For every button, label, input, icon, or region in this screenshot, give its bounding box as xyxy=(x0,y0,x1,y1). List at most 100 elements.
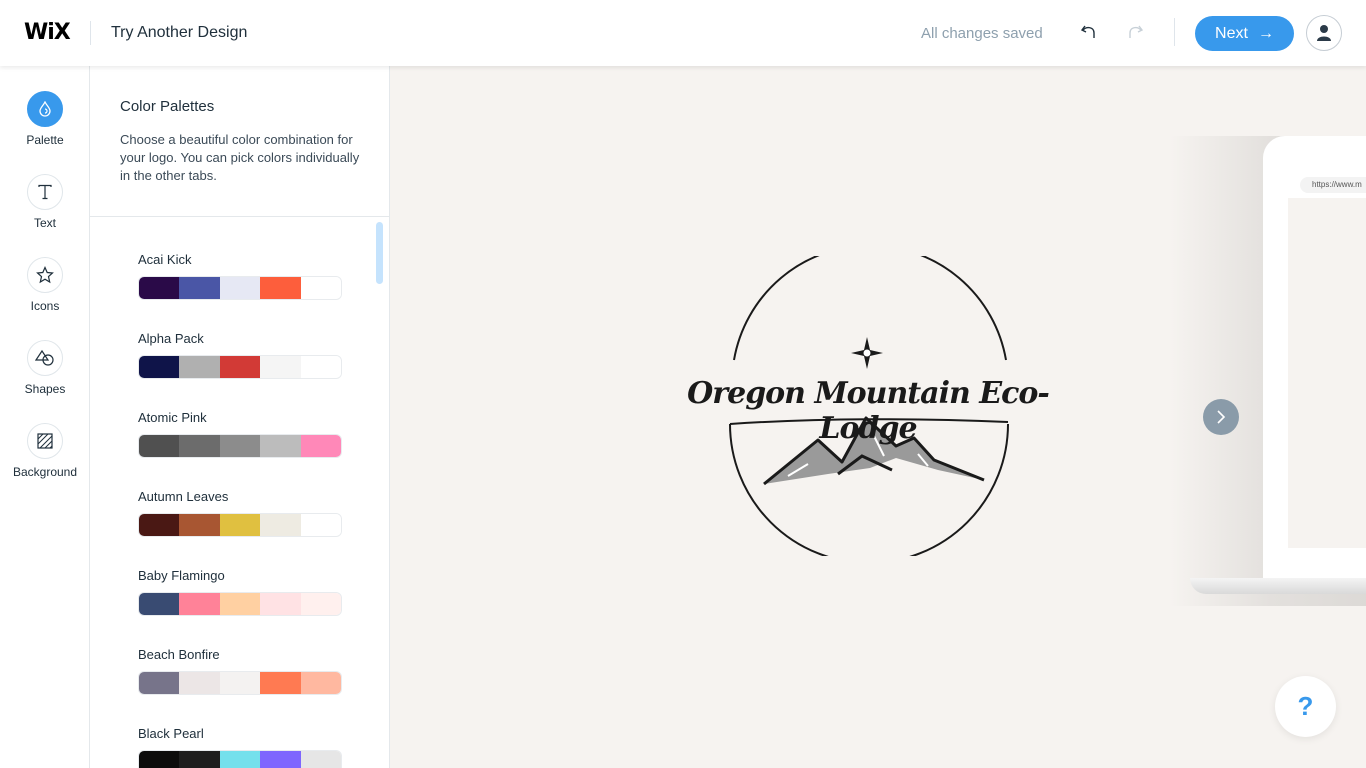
palette-drop-icon xyxy=(39,101,51,117)
color-swatch xyxy=(179,514,220,536)
tool-palette[interactable]: Palette xyxy=(0,91,90,147)
panel-description: Choose a beautiful color combination for… xyxy=(120,132,360,183)
color-swatch xyxy=(139,751,180,768)
color-swatch xyxy=(179,593,220,615)
palette-name: Acai Kick xyxy=(138,252,192,267)
laptop-base xyxy=(1190,578,1366,594)
palette-item[interactable]: Atomic Pink xyxy=(138,410,342,458)
color-swatch xyxy=(139,514,180,536)
arrow-right-icon: → xyxy=(1257,24,1274,42)
color-swatch xyxy=(219,672,261,694)
color-swatch xyxy=(260,593,301,615)
color-swatch xyxy=(300,593,341,615)
color-swatch xyxy=(300,356,341,378)
undo-button[interactable] xyxy=(1077,20,1101,44)
color-swatch xyxy=(300,435,341,457)
tool-background[interactable]: Background xyxy=(0,423,90,479)
color-swatch xyxy=(260,435,301,457)
palette-swatches[interactable] xyxy=(138,276,342,300)
palette-name: Autumn Leaves xyxy=(138,489,229,504)
user-avatar-button[interactable] xyxy=(1306,15,1342,51)
color-swatch xyxy=(260,356,301,378)
palette-item[interactable]: Baby Flamingo xyxy=(138,568,342,616)
color-swatch xyxy=(179,751,220,768)
tool-label: Palette xyxy=(26,133,64,147)
palette-name: Beach Bonfire xyxy=(138,647,220,662)
tool-label: Background xyxy=(12,465,78,479)
redo-icon xyxy=(1129,25,1144,38)
logo-preview[interactable]: Oregon Mountain Eco-Lodge xyxy=(638,256,1098,556)
color-swatch xyxy=(219,593,261,615)
panel-scrollbar[interactable] xyxy=(376,222,383,284)
color-swatch xyxy=(179,277,220,299)
logo-text: Oregon Mountain Eco-Lodge xyxy=(687,376,1050,446)
tool-shapes[interactable]: Shapes xyxy=(0,340,90,396)
color-palettes-panel: Color Palettes Choose a beautiful color … xyxy=(90,66,390,768)
palette-item[interactable]: Acai Kick xyxy=(138,252,342,300)
tool-label: Text xyxy=(33,216,56,230)
tool-label: Shapes xyxy=(24,382,66,396)
divider xyxy=(90,21,91,45)
palette-swatches[interactable] xyxy=(138,592,342,616)
palette-item[interactable]: Black Pearl xyxy=(138,726,342,768)
redo-button[interactable] xyxy=(1123,20,1147,44)
help-button[interactable]: ? xyxy=(1275,676,1336,737)
palette-swatches[interactable] xyxy=(138,355,342,379)
color-swatch xyxy=(300,672,341,694)
user-icon xyxy=(1317,25,1331,41)
palette-item[interactable]: Alpha Pack xyxy=(138,331,342,379)
undo-icon xyxy=(1080,25,1095,38)
text-icon xyxy=(38,184,52,200)
color-swatch xyxy=(139,277,180,299)
color-swatch xyxy=(139,593,180,615)
color-swatch xyxy=(260,514,301,536)
color-swatch xyxy=(219,356,261,378)
color-swatch xyxy=(219,435,261,457)
palette-swatches[interactable] xyxy=(138,750,342,768)
tool-icons[interactable]: Icons xyxy=(0,257,90,313)
shapes-icon xyxy=(35,349,54,366)
color-swatch xyxy=(260,672,301,694)
palette-swatches[interactable] xyxy=(138,434,342,458)
color-swatch xyxy=(300,751,341,768)
palette-item[interactable]: Autumn Leaves xyxy=(138,489,342,537)
palette-name: Alpha Pack xyxy=(138,331,204,346)
next-label: Next xyxy=(1215,24,1248,42)
laptop-mockup: https://www.m xyxy=(1263,136,1366,582)
compass-star-icon xyxy=(851,337,883,369)
color-swatch xyxy=(139,435,180,457)
color-swatch xyxy=(179,672,220,694)
laptop-screen xyxy=(1288,170,1366,548)
browser-bar: https://www.m xyxy=(1288,170,1366,198)
color-swatch xyxy=(300,514,341,536)
color-swatch xyxy=(179,435,220,457)
palette-swatches[interactable] xyxy=(138,671,342,695)
color-swatch xyxy=(219,514,261,536)
next-button[interactable]: Next → xyxy=(1195,16,1294,51)
wix-logo[interactable]: WiX xyxy=(24,20,71,45)
star-icon xyxy=(36,266,54,284)
top-bar: WiX Try Another Design All changes saved… xyxy=(0,0,1366,66)
page-title: Try Another Design xyxy=(111,24,248,41)
save-status: All changes saved xyxy=(921,25,1043,42)
palette-swatches[interactable] xyxy=(138,513,342,537)
color-swatch xyxy=(139,356,180,378)
color-swatch xyxy=(139,672,180,694)
logo-circle-upper-arc xyxy=(733,256,1007,361)
chevron-right-icon xyxy=(1217,410,1226,424)
tool-label: Icons xyxy=(30,299,60,313)
color-swatch xyxy=(179,356,220,378)
divider xyxy=(1174,18,1175,46)
palette-name: Black Pearl xyxy=(138,726,204,741)
palette-name: Baby Flamingo xyxy=(138,568,225,583)
palette-item[interactable]: Beach Bonfire xyxy=(138,647,342,695)
next-preview-button[interactable] xyxy=(1203,399,1239,435)
background-hatch-icon xyxy=(37,433,53,449)
tool-text[interactable]: Text xyxy=(0,174,90,230)
color-swatch xyxy=(260,751,301,768)
color-swatch xyxy=(260,277,301,299)
logo-canvas: Oregon Mountain Eco-Lodge https://www.m … xyxy=(390,66,1366,768)
color-swatch xyxy=(300,277,341,299)
tool-rail: Palette Text Icons Shapes Background xyxy=(0,66,90,768)
palette-name: Atomic Pink xyxy=(138,410,207,425)
